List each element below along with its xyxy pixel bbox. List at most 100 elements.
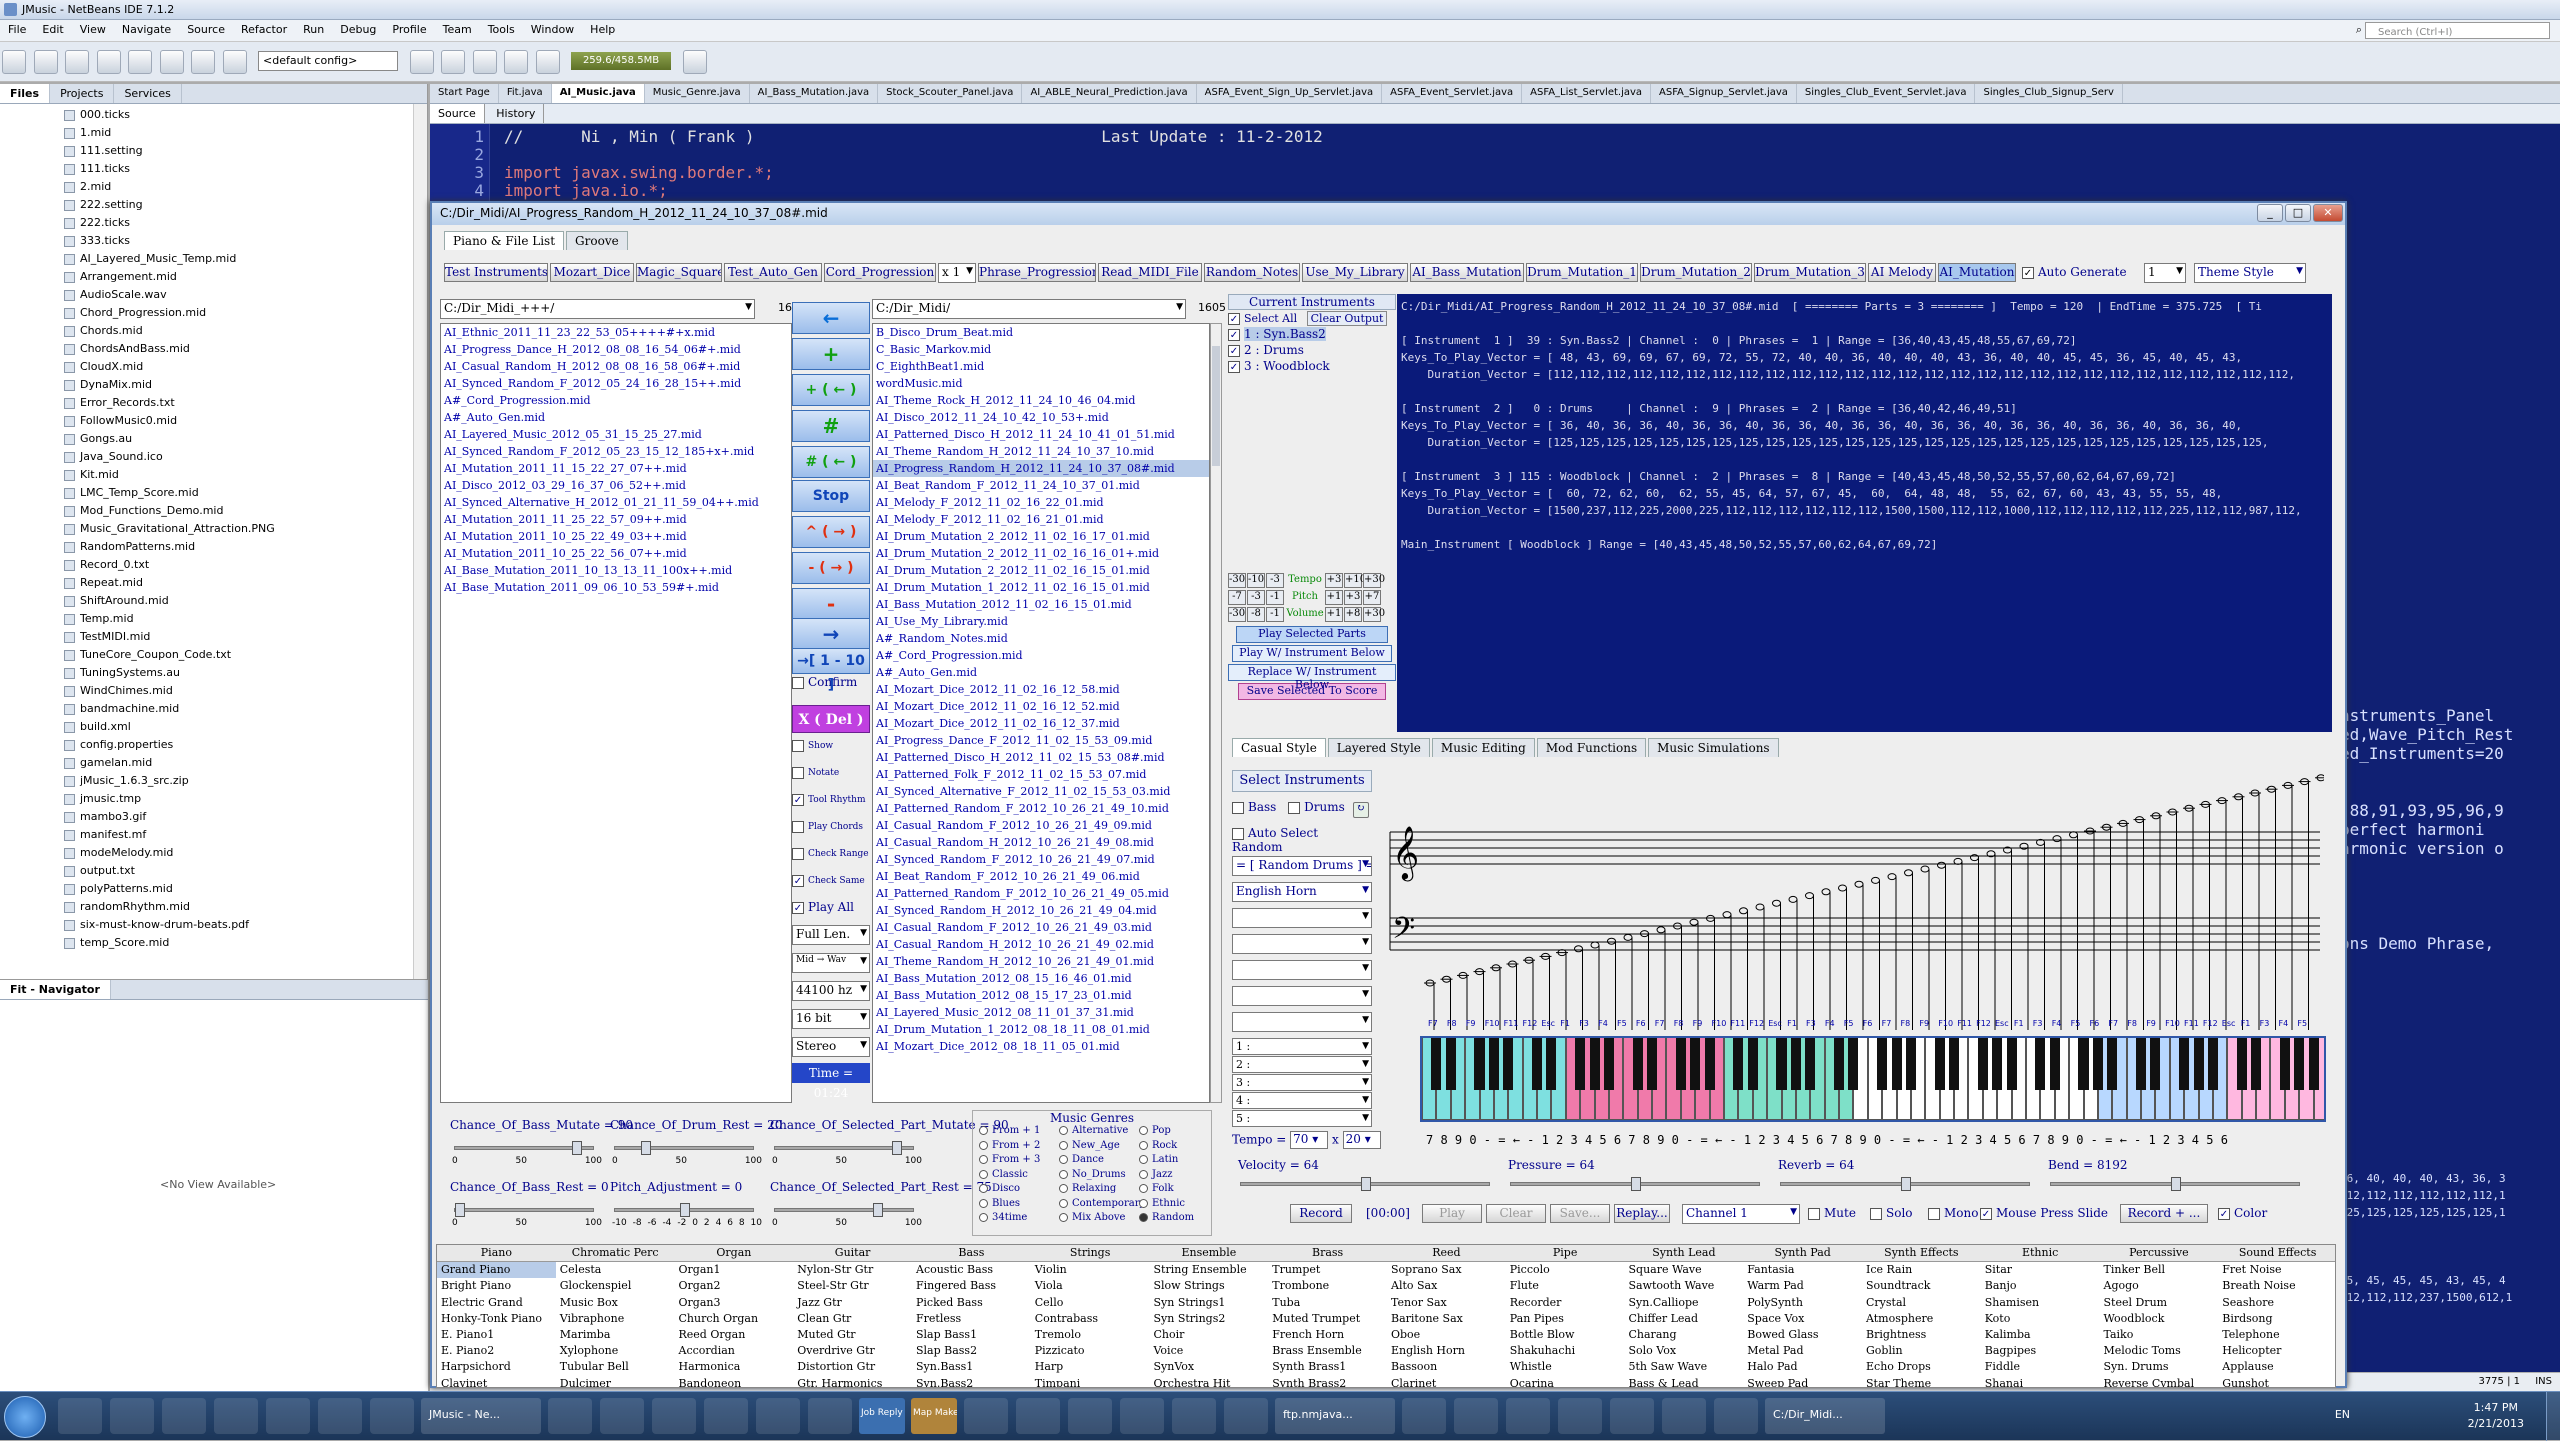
file-item[interactable]: CloudX.mid bbox=[0, 358, 427, 376]
mutation-slider-thumb[interactable] bbox=[892, 1141, 902, 1155]
bend-slider[interactable] bbox=[2050, 1177, 2300, 1191]
chrome-icon[interactable] bbox=[1068, 1398, 1112, 1434]
taskbar-task-netbeans[interactable]: JMusic - Ne... bbox=[421, 1398, 541, 1434]
instrument-cell[interactable]: Pizzicato bbox=[1031, 1343, 1150, 1359]
color-checkbox[interactable]: ✓ bbox=[2218, 1207, 2230, 1220]
instrument-cell[interactable]: Bright Piano bbox=[437, 1278, 556, 1294]
adjust-plus-button[interactable]: +30 bbox=[1363, 607, 1385, 622]
instrument-cell[interactable]: Xylophone bbox=[556, 1343, 675, 1359]
run-icon[interactable] bbox=[472, 50, 497, 74]
menu-run[interactable]: Run bbox=[295, 20, 332, 36]
instrument-cell[interactable]: Koto bbox=[1981, 1311, 2100, 1327]
multiplier-select[interactable]: x 1 bbox=[938, 263, 976, 283]
instrument-cell[interactable]: Ocarina bbox=[1506, 1376, 1625, 1387]
play-chords-checkbox[interactable] bbox=[792, 820, 804, 833]
instrument-cell[interactable]: Woodblock bbox=[2100, 1311, 2219, 1327]
mid-button-3[interactable]: # bbox=[792, 410, 870, 442]
file-item[interactable]: 111.setting bbox=[0, 142, 427, 160]
top-button-use-my-library[interactable]: Use_My_Library bbox=[1302, 263, 1408, 282]
genre-radio[interactable] bbox=[1059, 1140, 1068, 1150]
auto-generate-checkbox[interactable]: ✓ bbox=[2022, 267, 2034, 279]
piano-black-key[interactable] bbox=[1704, 1038, 1715, 1090]
instrument-cell[interactable]: Warm Pad bbox=[1743, 1278, 1862, 1294]
instrument-cell[interactable]: Clarinet bbox=[1387, 1376, 1506, 1387]
genre-option[interactable]: Latin bbox=[1139, 1154, 1178, 1165]
channel-select-2[interactable]: 2 : bbox=[1232, 1056, 1372, 1073]
left-file-item[interactable]: AI_Synced_Random_F_2012_05_24_16_28_15++… bbox=[441, 375, 791, 392]
adjust-plus-button[interactable]: +8 bbox=[1344, 607, 1362, 622]
solo-checkbox[interactable] bbox=[1870, 1207, 1882, 1220]
file-item[interactable]: Temp.mid bbox=[0, 610, 427, 628]
instrument-cell[interactable]: Clean Gtr bbox=[793, 1311, 912, 1327]
file-item[interactable]: Java_Sound.ico bbox=[0, 448, 427, 466]
right-file-item[interactable]: A#_Cord_Progression.mid bbox=[873, 647, 1209, 664]
left-file-item[interactable]: AI_Layered_Music_2012_05_31_15_25_27.mid bbox=[441, 426, 791, 443]
delete-button[interactable]: X ( Del ) bbox=[792, 705, 870, 733]
right-dir-select[interactable]: C:/Dir_Midi/ bbox=[872, 299, 1186, 319]
genre-radio[interactable] bbox=[979, 1155, 988, 1164]
right-file-item[interactable]: AI_Mozart_Dice_2012_11_02_16_12_58.mid bbox=[873, 681, 1209, 698]
style-tab-mod-functions[interactable]: Mod Functions bbox=[1536, 738, 1647, 757]
right-file-item[interactable]: AI_Bass_Mutation_2012_08_15_16_46_01.mid bbox=[873, 970, 1209, 987]
right-file-item[interactable]: AI_Mozart_Dice_2012_11_02_16_12_37.mid bbox=[873, 715, 1209, 732]
record-plus-button[interactable]: Record + ... bbox=[2120, 1204, 2208, 1223]
right-file-item[interactable]: wordMusic.mid bbox=[873, 375, 1209, 392]
left-file-item[interactable]: AI_Casual_Random_H_2012_08_08_16_58_06#+… bbox=[441, 358, 791, 375]
instrument-cell[interactable]: Taiko bbox=[2100, 1327, 2219, 1343]
instrument-cell[interactable]: Brightness bbox=[1862, 1327, 1981, 1343]
menu-source[interactable]: Source bbox=[179, 20, 233, 36]
right-file-item[interactable]: AI_Mozart_Dice_2012_11_02_16_12_52.mid bbox=[873, 698, 1209, 715]
mute-checkbox[interactable] bbox=[1808, 1207, 1820, 1220]
file-item[interactable]: jmusic.tmp bbox=[0, 790, 427, 808]
top-button-test-auto-gen[interactable]: Test_Auto_Gen bbox=[724, 263, 822, 282]
piano-black-key[interactable] bbox=[1891, 1038, 1902, 1090]
instrument-cell[interactable]: Crystal bbox=[1862, 1295, 1981, 1311]
input-language[interactable]: EN bbox=[2335, 1408, 2350, 1421]
random-drums-select[interactable]: = [ Random Drums ] = bbox=[1232, 856, 1372, 876]
right-file-item[interactable]: AI_Melody_F_2012_11_02_16_21_01.mid bbox=[873, 511, 1209, 528]
tab-services[interactable]: Services bbox=[114, 84, 182, 103]
top-button-random-notes[interactable]: Random_Notes bbox=[1204, 263, 1300, 282]
menu-edit[interactable]: Edit bbox=[34, 20, 71, 36]
instrument-cell[interactable]: Bottle Blow bbox=[1506, 1327, 1625, 1343]
adjust-minus-button[interactable]: -1 bbox=[1266, 607, 1284, 622]
ftp-icon[interactable] bbox=[1224, 1398, 1268, 1434]
instrument-cell[interactable]: Ice Rain bbox=[1862, 1262, 1981, 1278]
instrument-cell[interactable]: Square Wave bbox=[1625, 1262, 1744, 1278]
file-item[interactable]: manifest.mf bbox=[0, 826, 427, 844]
genre-option[interactable]: Dance bbox=[1059, 1154, 1104, 1165]
genre-option[interactable]: Contemporary bbox=[1059, 1198, 1145, 1209]
instrument-cell[interactable]: Breath Noise bbox=[2218, 1278, 2335, 1294]
instrument-cell[interactable]: Star Theme bbox=[1862, 1376, 1981, 1387]
instrument-cell[interactable]: French Horn bbox=[1268, 1327, 1387, 1343]
right-file-item[interactable]: AI_Layered_Music_2012_08_11_01_37_31.mid bbox=[873, 1004, 1209, 1021]
piano-black-key[interactable] bbox=[1992, 1038, 2003, 1090]
taskbar-task-job-reply[interactable]: Job Reply bbox=[859, 1398, 905, 1434]
instrument-cell[interactable]: Helicopter bbox=[2218, 1343, 2335, 1359]
terminal-icon[interactable] bbox=[370, 1398, 414, 1434]
instrument-cell[interactable]: Trumpet bbox=[1268, 1262, 1387, 1278]
file-item[interactable]: output.txt bbox=[0, 862, 427, 880]
instrument-cell[interactable]: Oboe bbox=[1387, 1327, 1506, 1343]
sample-rate-select[interactable]: 44100 hz bbox=[792, 981, 870, 1001]
paint-icon[interactable] bbox=[162, 1398, 206, 1434]
quicktime-icon[interactable] bbox=[1662, 1398, 1706, 1434]
instrument-cell[interactable]: Electric Grand bbox=[437, 1295, 556, 1311]
genre-radio[interactable] bbox=[1139, 1126, 1148, 1135]
right-file-item[interactable]: AI_Patterned_Disco_H_2012_11_02_15_53_08… bbox=[873, 749, 1209, 766]
file-item[interactable]: gamelan.mid bbox=[0, 754, 427, 772]
instrument-cell[interactable]: Steel-Str Gtr bbox=[793, 1278, 912, 1294]
instrument-cell[interactable]: Synth Brass2 bbox=[1268, 1376, 1387, 1387]
genre-radio[interactable] bbox=[1059, 1126, 1068, 1135]
instrument-cell[interactable]: Kalimba bbox=[1981, 1327, 2100, 1343]
genre-option[interactable]: Blues bbox=[979, 1198, 1020, 1209]
file-item[interactable]: build.xml bbox=[0, 718, 427, 736]
file-item[interactable]: 1.mid bbox=[0, 124, 427, 142]
instrument-cell[interactable]: Syn.Bass1 bbox=[912, 1359, 1031, 1375]
adjust-minus-button[interactable]: -3 bbox=[1247, 590, 1265, 605]
piano-black-key[interactable] bbox=[1474, 1038, 1485, 1090]
genre-option[interactable]: Random bbox=[1139, 1212, 1194, 1223]
file-item[interactable]: 222.ticks bbox=[0, 214, 427, 232]
adjust-plus-button[interactable]: +3 bbox=[1344, 590, 1362, 605]
auto-count-select[interactable]: 1 bbox=[2144, 263, 2186, 283]
